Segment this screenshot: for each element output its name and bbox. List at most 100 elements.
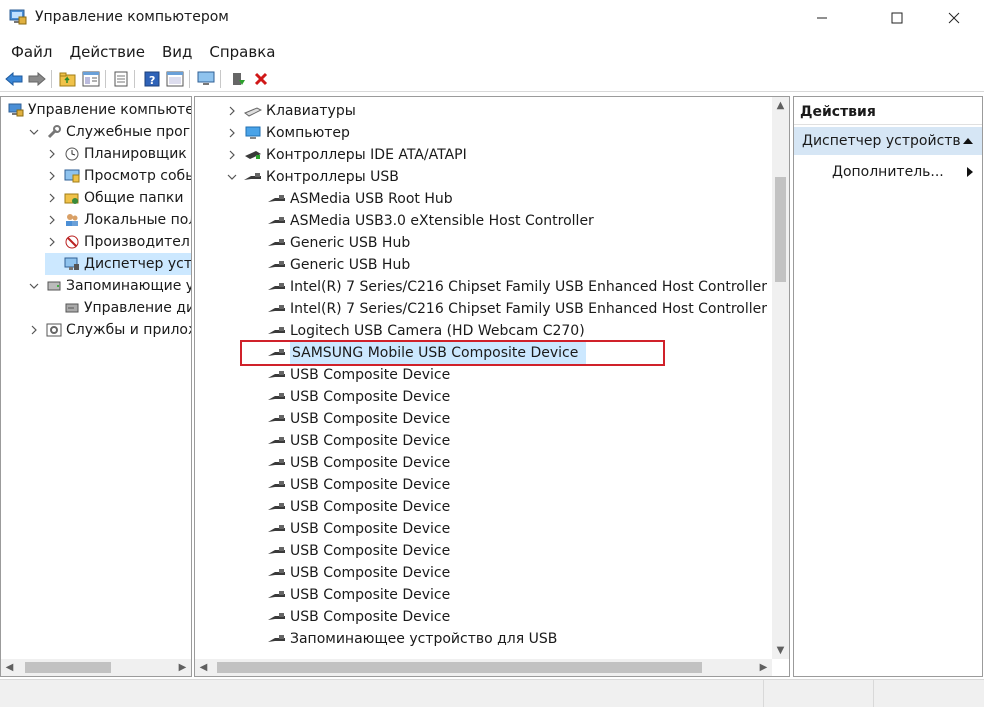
device-item[interactable]: USB Composite Device <box>267 430 450 452</box>
scroll-up-arrow[interactable]: ▲ <box>772 97 789 114</box>
device-category-item[interactable]: Контроллеры USB <box>225 166 399 188</box>
scroll-thumb[interactable] <box>217 662 702 673</box>
nav-tree-item[interactable]: Просмотр событи <box>45 165 191 187</box>
scroll-thumb[interactable] <box>25 662 111 673</box>
help-topics-icon[interactable] <box>165 69 185 89</box>
nav-tree-item[interactable]: Службы и приложен <box>27 319 191 341</box>
expand-chevron-icon[interactable] <box>225 104 239 118</box>
expand-chevron-icon[interactable] <box>45 169 59 183</box>
nav-tree-item[interactable]: Общие папки <box>45 187 183 209</box>
expand-chevron-icon[interactable] <box>225 126 239 140</box>
expand-chevron-icon[interactable] <box>45 191 59 205</box>
collapse-triangle-icon[interactable] <box>962 127 974 155</box>
minimize-button[interactable] <box>799 0 845 36</box>
menu-action[interactable]: Действие <box>63 40 151 64</box>
usb-icon <box>267 587 287 603</box>
nav-tree-item-label: Планировщик зад <box>84 146 191 162</box>
device-item-label: USB Composite Device <box>290 367 451 383</box>
nav-tree-item[interactable]: Управление компьютер <box>7 99 191 121</box>
nav-tree-item-label: Управление диска <box>84 300 191 316</box>
uninstall-icon[interactable] <box>251 69 271 89</box>
center-vertical-scrollbar[interactable]: ▲ ▼ <box>772 97 789 659</box>
nav-tree-item[interactable]: Управление диска <box>45 297 191 319</box>
nav-tree-item[interactable]: Производительн <box>45 231 191 253</box>
chevron-placeholder <box>45 257 59 271</box>
scroll-thumb[interactable] <box>775 177 786 282</box>
collapse-chevron-icon[interactable] <box>225 170 239 184</box>
expand-chevron-icon[interactable] <box>45 213 59 227</box>
forward-icon[interactable] <box>27 69 47 89</box>
device-item[interactable]: USB Composite Device <box>267 452 450 474</box>
device-item[interactable]: USB Composite Device <box>267 518 450 540</box>
usb-icon <box>267 323 287 339</box>
usb-icon <box>267 565 287 581</box>
nav-tree-item[interactable]: Диспетчер устрой <box>45 253 191 275</box>
close-button[interactable] <box>931 0 977 36</box>
device-item[interactable]: USB Composite Device <box>267 540 450 562</box>
device-item[interactable]: Generic USB Hub <box>267 254 410 276</box>
expand-chevron-icon[interactable] <box>45 235 59 249</box>
device-item[interactable]: USB Composite Device <box>267 496 450 518</box>
device-item[interactable]: Generic USB Hub <box>267 232 410 254</box>
maximize-button[interactable] <box>874 0 920 36</box>
device-item[interactable]: ASMedia USB Root Hub <box>267 188 453 210</box>
event-viewer-icon <box>63 168 81 184</box>
show-hide-tree-icon[interactable] <box>81 69 101 89</box>
enable-device-icon[interactable] <box>228 69 248 89</box>
device-category-item[interactable]: Компьютер <box>225 122 350 144</box>
actions-section-device-manager[interactable]: Диспетчер устройств <box>794 127 982 155</box>
device-category-item[interactable]: Контроллеры IDE ATA/ATAPI <box>225 144 467 166</box>
up-folder-icon[interactable] <box>58 69 78 89</box>
toolbar-separator <box>51 70 52 88</box>
device-item[interactable]: Logitech USB Camera (HD Webcam C270) <box>267 320 585 342</box>
device-category-item[interactable]: Клавиатуры <box>225 100 356 122</box>
usb-icon <box>267 499 287 515</box>
device-item[interactable]: USB Composite Device <box>267 474 450 496</box>
scroll-right-arrow[interactable]: ▶ <box>755 659 772 676</box>
menu-help[interactable]: Справка <box>203 40 281 64</box>
device-item[interactable]: USB Composite Device <box>267 584 450 606</box>
device-item[interactable]: USB Composite Device <box>267 364 450 386</box>
device-item[interactable]: Intel(R) 7 Series/C216 Chipset Family US… <box>267 276 789 298</box>
usb-icon <box>267 257 287 273</box>
collapse-chevron-icon[interactable] <box>27 125 41 139</box>
collapse-chevron-icon[interactable] <box>27 279 41 293</box>
device-item[interactable]: USB Composite Device <box>267 606 450 628</box>
device-item[interactable]: USB Composite Device <box>267 408 450 430</box>
left-horizontal-scrollbar[interactable]: ◀ ▶ <box>1 659 191 676</box>
device-item-label: Контроллеры USB <box>266 169 399 185</box>
usb-icon <box>243 169 263 185</box>
expand-chevron-icon[interactable] <box>45 147 59 161</box>
scroll-left-arrow[interactable]: ◀ <box>1 659 18 676</box>
nav-tree-item-label: Службы и приложен <box>66 322 191 338</box>
back-icon[interactable] <box>4 69 24 89</box>
device-item-label: Клавиатуры <box>266 103 356 119</box>
device-item[interactable]: USB Composite Device <box>267 386 450 408</box>
nav-tree-item[interactable]: Локальные польз <box>45 209 191 231</box>
toolbar-separator <box>220 70 221 88</box>
properties-icon[interactable] <box>111 69 131 89</box>
nav-tree-item[interactable]: Запоминающие устр <box>27 275 191 297</box>
scroll-right-arrow[interactable]: ▶ <box>174 659 191 676</box>
nav-tree-item[interactable]: Планировщик зад <box>45 143 191 165</box>
monitor-icon[interactable] <box>196 69 216 89</box>
device-item[interactable]: ASMedia USB3.0 eXtensible Host Controlle… <box>267 210 594 232</box>
menu-file[interactable]: Файл <box>5 40 58 64</box>
device-tree-pane: Клавиатуры Компьютер Контроллеры IDE ATA/A… <box>194 96 790 677</box>
usb-icon <box>267 301 287 317</box>
device-item[interactable]: USB Composite Device <box>267 562 450 584</box>
toolbar-separator <box>134 70 135 88</box>
expand-chevron-icon[interactable] <box>27 323 41 337</box>
nav-tree-item[interactable]: Служебные програм <box>27 121 191 143</box>
help-icon[interactable]: ? <box>142 69 162 89</box>
scroll-down-arrow[interactable]: ▼ <box>772 642 789 659</box>
device-item[interactable]: Intel(R) 7 Series/C216 Chipset Family US… <box>267 298 789 320</box>
actions-more-item[interactable]: Дополнитель... <box>794 159 982 185</box>
menu-view[interactable]: Вид <box>156 40 198 64</box>
scroll-left-arrow[interactable]: ◀ <box>195 659 212 676</box>
expand-chevron-icon[interactable] <box>225 148 239 162</box>
usb-icon <box>267 411 287 427</box>
device-item[interactable]: Запоминающее устройство для USB <box>267 628 557 650</box>
center-horizontal-scrollbar[interactable]: ◀ ▶ <box>195 659 772 676</box>
device-item-label: USB Composite Device <box>290 587 451 603</box>
